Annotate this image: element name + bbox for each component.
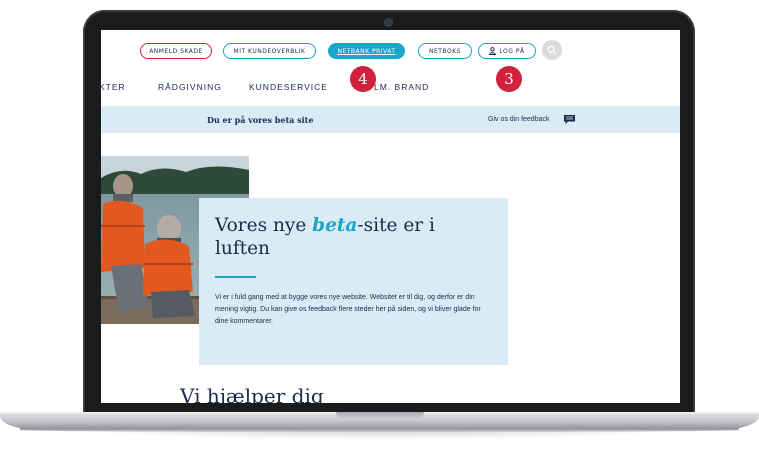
hero-title: Vores nye beta-site er i luften (215, 215, 435, 259)
website-screen: ANMELD SKADE MIT KUNDEOVERBLIK NETBANK P… (101, 30, 680, 403)
search-icon (547, 45, 557, 55)
camera-icon (385, 19, 392, 26)
menu-item-customer-service[interactable]: KUNDESERVICE (249, 82, 328, 92)
laptop-base-bottom (20, 428, 739, 432)
menu-item-advice[interactable]: RÅDGIVNING (158, 82, 222, 92)
hero-divider (215, 276, 256, 278)
login-label: LOG PÅ (499, 47, 525, 55)
chat-icon[interactable] (564, 115, 575, 124)
my-overview-button[interactable]: MIT KUNDEOVERBLIK (223, 43, 316, 59)
section-title: Vi hjælper dig (180, 384, 324, 403)
feedback-link[interactable]: Giv os din feedback (488, 116, 549, 123)
annotation-badge-3: 3 (496, 66, 522, 92)
annotation-badge-4: 4 (350, 66, 376, 92)
beta-banner (101, 106, 680, 133)
beta-banner-text: Du er på vores beta site (207, 115, 314, 125)
netboks-button[interactable]: NETBOKS (418, 43, 472, 59)
report-claim-button[interactable]: ANMELD SKADE (140, 43, 212, 59)
menu-item-products[interactable]: KTER (101, 82, 126, 92)
laptop-notch (336, 412, 424, 419)
login-button[interactable]: LOG PÅ (478, 43, 536, 59)
netbank-button[interactable]: NETBANK PRIVAT (328, 43, 405, 59)
menu-item-brand[interactable]: LM. BRAND (374, 82, 429, 92)
search-button[interactable] (542, 40, 562, 60)
user-icon (489, 47, 497, 55)
hero-body: Vi er i fuld gang med at bygge vores nye… (215, 294, 481, 325)
